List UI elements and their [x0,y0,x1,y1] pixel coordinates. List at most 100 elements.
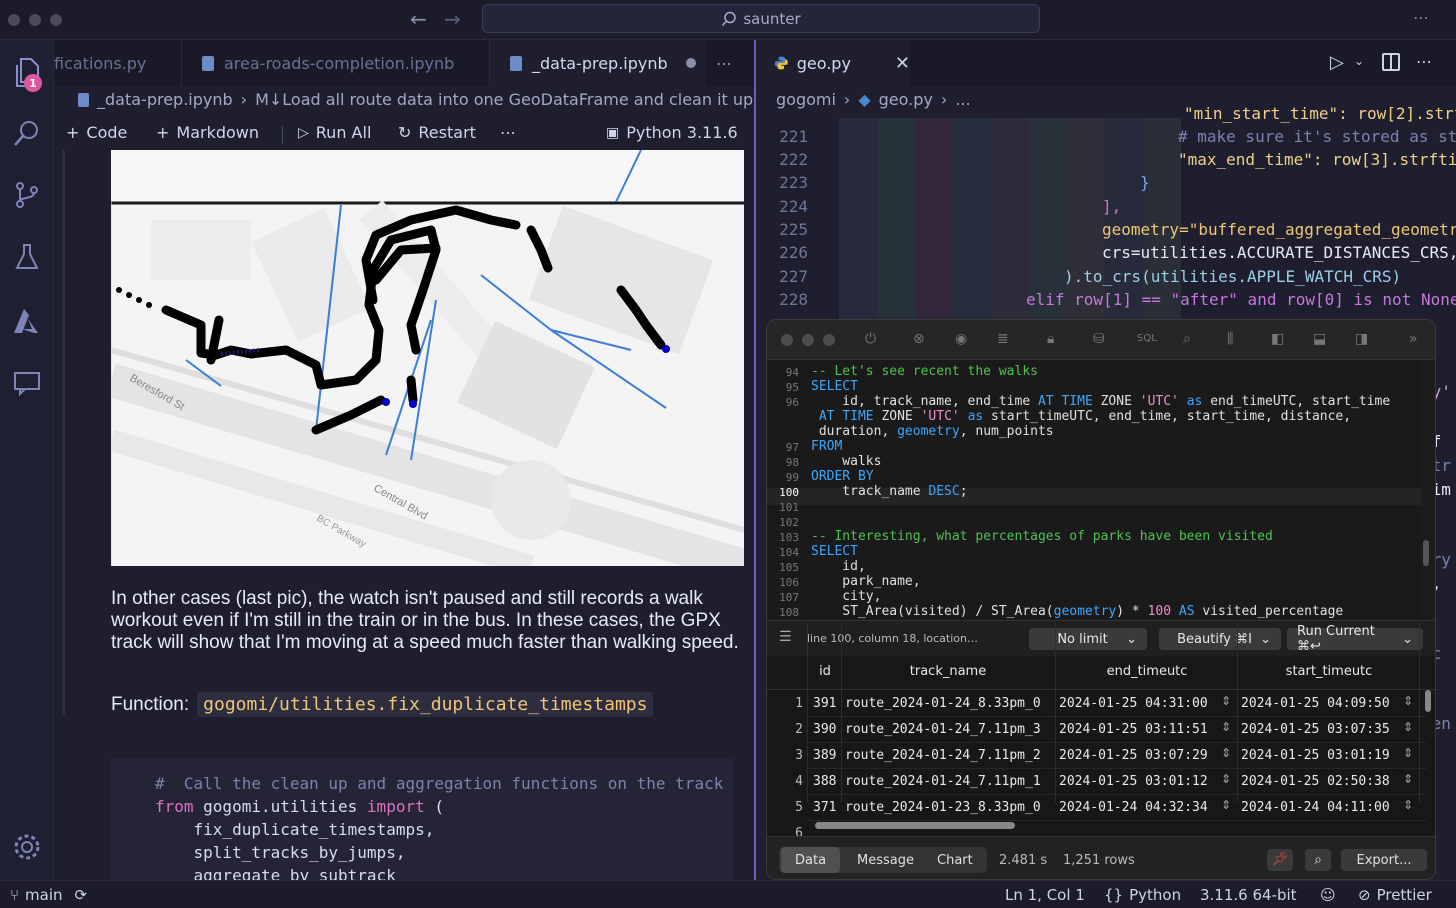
table-cell[interactable]: route_2024-01-24_7.11pm_1 [845,774,1041,789]
format-lines-icon[interactable]: ≣ [997,331,1009,347]
connection-icon[interactable]: ⏻ [865,331,876,347]
breadcrumb-section[interactable]: M↓Load all route data into one GeoDataFr… [255,90,753,109]
table-cell[interactable]: 2024-01-25 04:09:50 [1241,696,1390,711]
remote-explorer-icon[interactable] [8,364,46,402]
close-tab-icon[interactable]: ✕ [895,53,910,74]
kernel-picker[interactable]: ▣ Python 3.11.6 [606,123,738,142]
tab-geo-py[interactable]: geo.py ✕ [756,40,910,86]
sql-mode-button[interactable]: SQL [1137,333,1157,344]
sync-icon[interactable]: ⟳ [75,886,88,904]
cell-stepper-icon[interactable]: ⇕ [1403,694,1413,708]
table-cell[interactable]: 2024-01-24 04:11:00 [1241,800,1390,815]
pin-icon[interactable]: 📌︎ [1267,849,1293,871]
tab-notifications-py[interactable]: fications.py [54,40,182,86]
chart-tab[interactable]: Chart [923,847,987,873]
cell-stepper-icon[interactable]: ⇕ [1403,746,1413,760]
restart-button[interactable]: ↻ Restart [398,123,476,142]
cell-stepper-icon[interactable]: ⇕ [1403,720,1413,734]
table-cell[interactable]: route_2024-01-23_8.33pm_0 [845,800,1041,815]
search-results-icon[interactable]: ⌕ [1305,849,1331,871]
run-current-button[interactable]: Run Current ⌘↩ ⌄ [1287,624,1423,654]
breadcrumb-file[interactable]: _data-prep.ipynb [97,90,233,109]
command-center-search[interactable]: saunter [482,4,1040,33]
tab-area-roads-completion[interactable]: area-roads-completion.ipynb [182,40,490,86]
sql-editor[interactable]: 94 -- Let's see recent the walks 95 SELECT 9… [767,360,1429,620]
limit-select[interactable]: No limit ⌄ [1029,628,1147,650]
code-cell-source[interactable]: # Call the clean up and aggregation func… [155,772,733,880]
right-panel-icon[interactable]: ◨ [1355,331,1368,347]
vertical-scrollbar[interactable] [1425,690,1431,712]
editor-scrollbar[interactable] [1423,540,1429,566]
table-cell[interactable]: 2024-01-25 03:07:35 [1241,722,1390,737]
settings-gear-icon[interactable] [8,828,46,866]
database-icon[interactable]: ⛁ [1093,331,1105,347]
forward-arrow-icon[interactable]: → [444,7,461,31]
cell-stepper-icon[interactable]: ⇕ [1403,772,1413,786]
close-window-button[interactable] [781,334,793,346]
preview-eye-icon[interactable]: ◉ [955,331,967,347]
branch-indicator[interactable]: ⑂ main ⟳ [10,886,87,904]
cell-stepper-icon[interactable]: ⇕ [1221,772,1231,786]
cell-stepper-icon[interactable]: ⇕ [1221,694,1231,708]
column-header-end-timeutc[interactable]: end_timeutc [1057,664,1237,679]
beautify-button[interactable]: Beautify ⌘I ⌄ [1159,628,1281,650]
table-cell[interactable]: 2024-01-25 03:11:51 [1059,722,1208,737]
table-cell[interactable]: route_2024-01-24_7.11pm_2 [845,748,1041,763]
run-all-button[interactable]: ▷ Run All [298,123,371,142]
tab-data-prep[interactable]: _data-prep.ipynb [490,40,706,86]
table-cell[interactable]: 391 [813,696,836,711]
add-code-cell-button[interactable]: + Code [66,123,127,142]
interpreter-version[interactable]: 3.11.6 64-bit [1200,886,1297,904]
toolbar-more-icon[interactable]: ⋯ [500,123,516,142]
lines-icon[interactable]: ☰ [779,629,792,645]
minimize-window-button[interactable] [802,334,814,346]
breadcrumb-folder[interactable]: gogomi [776,90,836,109]
lock-icon[interactable]: 🔒︎ [1047,331,1054,347]
search-icon[interactable] [8,114,46,152]
editor-more-icon[interactable]: ⋯ [1416,52,1432,71]
source-control-icon[interactable] [8,176,46,214]
run-file-icon[interactable]: ▷ [1330,52,1344,73]
cell-stepper-icon[interactable]: ⇕ [1221,720,1231,734]
split-editor-icon[interactable] [1382,53,1400,71]
close-window-button[interactable] [8,14,20,26]
export-button[interactable]: Export... [1341,849,1427,871]
zoom-window-button[interactable] [823,334,835,346]
column-header-id[interactable]: id [811,664,839,679]
data-tab[interactable]: Data [781,847,841,873]
copilot-icon[interactable]: ☺ [1320,886,1336,904]
tab-more-icon[interactable]: ⋯ [716,40,732,86]
more-icon[interactable]: ⋯ [1413,8,1430,27]
prettier-status[interactable]: ⊘ Prettier [1358,886,1432,904]
language-mode[interactable]: {} Python [1104,886,1181,904]
expand-chevrons-icon[interactable]: » [1409,331,1418,347]
horizontal-scrollbar[interactable] [815,822,1015,829]
left-panel-icon[interactable]: ◧ [1271,331,1284,347]
stop-icon[interactable]: ⊗ [913,331,925,347]
breadcrumb-file[interactable]: geo.py [879,90,933,109]
cursor-position[interactable]: Ln 1, Col 1 [1005,886,1085,904]
bottom-panel-icon[interactable]: ⬓ [1313,331,1326,347]
code-cell[interactable]: # Call the clean up and aggregation func… [111,758,733,880]
table-cell[interactable]: 2024-01-25 02:50:38 [1241,774,1390,789]
cell-stepper-icon[interactable]: ⇕ [1403,798,1413,812]
unsaved-dot-icon[interactable] [685,58,696,68]
cell-stepper-icon[interactable]: ⇕ [1221,798,1231,812]
column-header-start-timeutc[interactable]: start_timeutc [1239,664,1419,679]
back-arrow-icon[interactable]: ← [410,7,427,31]
zoom-window-button[interactable] [50,14,62,26]
minimize-window-button[interactable] [29,14,41,26]
table-cell[interactable]: 389 [813,748,836,763]
table-cell[interactable]: 2024-01-24 04:32:34 [1059,800,1208,815]
column-header-track-name[interactable]: track_name [843,664,1053,679]
table-cell[interactable]: 2024-01-25 03:01:12 [1059,774,1208,789]
cell-stepper-icon[interactable]: ⇕ [1221,746,1231,760]
message-tab[interactable]: Message [843,847,928,873]
code-area[interactable]: 221 222 223 224 225 226 227 228 "min_sta… [756,104,1456,348]
azure-icon[interactable] [8,302,46,340]
testing-flask-icon[interactable] [8,238,46,276]
add-markdown-cell-button[interactable]: + Markdown [156,123,259,142]
table-cell[interactable]: 371 [813,800,836,815]
table-cell[interactable]: 2024-01-25 03:07:29 [1059,748,1208,763]
run-options-chevron-icon[interactable]: ⌄ [1354,54,1364,68]
